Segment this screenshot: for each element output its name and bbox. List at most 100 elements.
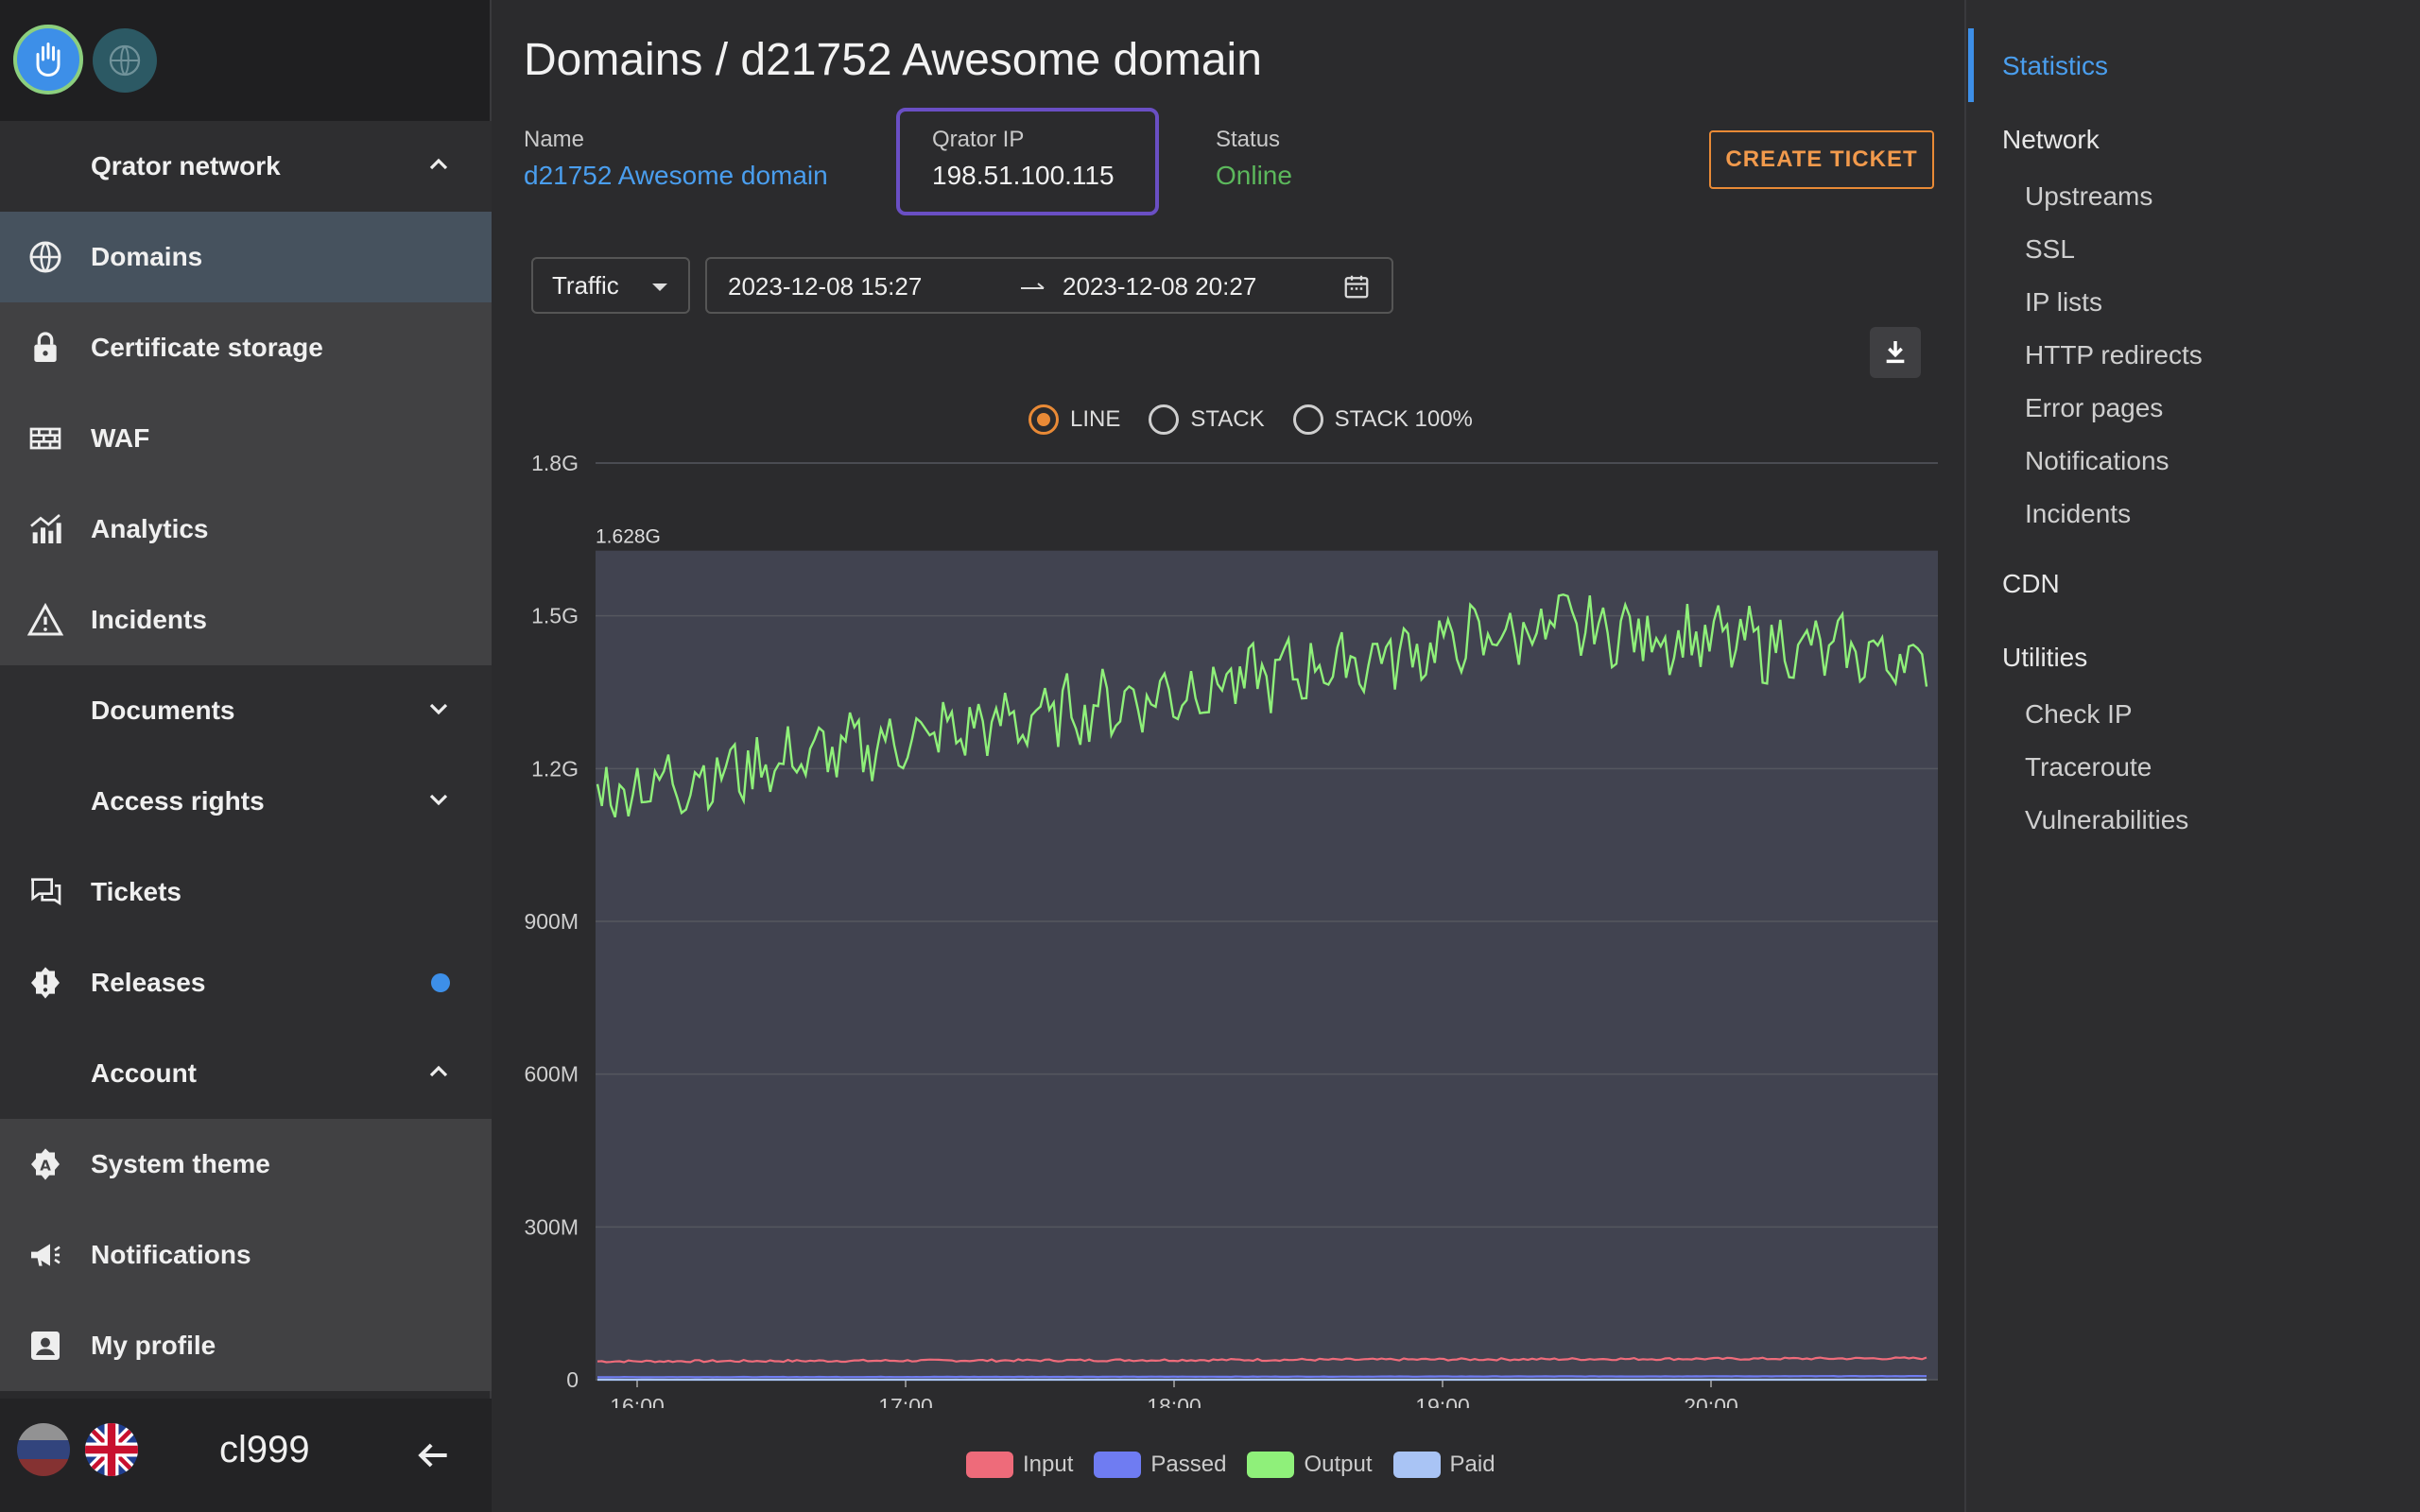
nav-notifications[interactable]: Notifications bbox=[2025, 446, 2169, 476]
date-range-picker[interactable]: 2023-12-08 15:27 2023-12-08 20:27 bbox=[705, 257, 1393, 314]
y-tick-label: 1.5G bbox=[531, 604, 579, 628]
legend-item-input[interactable]: Input bbox=[966, 1452, 1073, 1478]
date-to[interactable]: 2023-12-08 20:27 bbox=[1063, 272, 1256, 301]
calendar-icon[interactable] bbox=[1342, 272, 1371, 301]
domain-name-link[interactable]: d21752 Awesome domain bbox=[524, 161, 828, 191]
nav-ssl[interactable]: SSL bbox=[2025, 234, 2075, 265]
menu-label: Incidents bbox=[91, 605, 207, 634]
breadcrumb: Domains / d21752 Awesome domain bbox=[524, 35, 1262, 85]
qrator-ip-value: 198.51.100.115 bbox=[932, 161, 1115, 190]
brick-wall-icon bbox=[25, 418, 66, 459]
y-tick-label: 900M bbox=[524, 909, 579, 934]
menu-label: Documents bbox=[91, 696, 235, 725]
x-tick-label: 20:00 bbox=[1684, 1394, 1738, 1408]
menu-label: Releases bbox=[91, 968, 206, 997]
menu-label: Domains bbox=[91, 242, 203, 271]
status-value: Online bbox=[1216, 161, 1292, 190]
legend-label: Passed bbox=[1150, 1452, 1227, 1477]
traffic-chart: 1.8G 1.5G 1.2G 900M 600M 300M 0 1.628G 16:00 17:0… bbox=[524, 451, 1938, 1408]
name-label: Name bbox=[524, 127, 585, 152]
metric-select-value: Traffic bbox=[552, 270, 619, 300]
menu-group-account[interactable]: Account bbox=[0, 1028, 492, 1119]
legend-swatch bbox=[1247, 1452, 1295, 1478]
active-indicator bbox=[1968, 28, 1974, 102]
radio-checked-icon bbox=[1028, 404, 1059, 435]
nav-vulnerabilities[interactable]: Vulnerabilities bbox=[2025, 805, 2188, 835]
mode-line-radio[interactable]: LINE bbox=[1028, 404, 1120, 435]
nav-incidents[interactable]: Incidents bbox=[2025, 499, 2131, 529]
nav-check-ip[interactable]: Check IP bbox=[2025, 699, 2133, 730]
caret-down-icon bbox=[652, 284, 667, 291]
nav-error-pages[interactable]: Error pages bbox=[2025, 393, 2163, 423]
profile-icon bbox=[25, 1325, 66, 1366]
nav-ip-lists[interactable]: IP lists bbox=[2025, 287, 2102, 318]
menu-item-domains[interactable]: Domains bbox=[0, 212, 492, 302]
menu-item-waf[interactable]: WAF bbox=[0, 393, 492, 484]
date-from[interactable]: 2023-12-08 15:27 bbox=[728, 272, 922, 301]
nav-utilities[interactable]: Utilities bbox=[2002, 643, 2087, 673]
legend-item-paid[interactable]: Paid bbox=[1392, 1452, 1495, 1478]
megaphone-icon bbox=[25, 1234, 66, 1276]
russian-flag-icon[interactable] bbox=[17, 1423, 70, 1476]
nav-cdn[interactable]: CDN bbox=[2002, 569, 2060, 599]
menu-item-system-theme[interactable]: A System theme bbox=[0, 1119, 492, 1210]
menu-group-access-rights[interactable]: Access rights bbox=[0, 756, 492, 847]
chart-legend: Input Passed Output Paid bbox=[966, 1452, 1516, 1478]
chevron-up-icon bbox=[429, 158, 448, 170]
menu-label: Analytics bbox=[91, 514, 209, 543]
menu-label: Certificate storage bbox=[91, 333, 323, 362]
menu-item-notifications[interactable]: Notifications bbox=[0, 1210, 492, 1300]
uk-flag-icon[interactable] bbox=[85, 1423, 138, 1476]
menu-item-analytics[interactable]: Analytics bbox=[0, 484, 492, 575]
legend-label: Input bbox=[1023, 1452, 1074, 1477]
download-button[interactable] bbox=[1870, 327, 1921, 378]
menu-item-incidents[interactable]: Incidents bbox=[0, 575, 492, 665]
menu-label: Qrator network bbox=[91, 151, 281, 180]
sidebar-header bbox=[0, 0, 490, 121]
menu-group-qrator-network[interactable]: Qrator network bbox=[0, 121, 492, 212]
warning-icon bbox=[25, 599, 66, 641]
nav-statistics[interactable]: Statistics bbox=[2002, 51, 2108, 81]
chevron-down-icon bbox=[429, 794, 448, 806]
nav-traceroute[interactable]: Traceroute bbox=[2025, 752, 2152, 782]
y-tick-label: 1.8G bbox=[531, 451, 579, 475]
menu-label: Access rights bbox=[91, 786, 265, 816]
mode-label: STACK bbox=[1190, 406, 1265, 432]
menu-item-certificate-storage[interactable]: Certificate storage bbox=[0, 302, 492, 393]
y-tick-label: 0 bbox=[566, 1367, 579, 1392]
x-tick-label: 19:00 bbox=[1415, 1394, 1470, 1408]
x-tick-label: 17:00 bbox=[878, 1394, 933, 1408]
metric-select[interactable]: Traffic bbox=[531, 257, 690, 314]
chevron-up-icon bbox=[429, 1065, 448, 1077]
radio-unchecked-icon bbox=[1149, 404, 1180, 435]
menu-label: Account bbox=[91, 1058, 197, 1088]
mode-stack100-radio[interactable]: STACK 100% bbox=[1292, 404, 1473, 435]
status-label: Status bbox=[1216, 127, 1281, 152]
chevron-down-icon bbox=[429, 703, 448, 715]
nav-http-redirects[interactable]: HTTP redirects bbox=[2025, 340, 2203, 370]
theme-icon: A bbox=[25, 1143, 66, 1185]
nav-upstreams[interactable]: Upstreams bbox=[2025, 181, 2152, 212]
legend-swatch bbox=[1392, 1452, 1441, 1478]
menu-item-my-profile[interactable]: My profile bbox=[0, 1300, 492, 1391]
create-ticket-button[interactable]: CREATE TICKET bbox=[1709, 130, 1934, 189]
menu-label: My profile bbox=[91, 1331, 216, 1360]
globe-logo-icon[interactable] bbox=[93, 28, 157, 93]
legend-item-output[interactable]: Output bbox=[1247, 1452, 1373, 1478]
arrow-left-icon[interactable] bbox=[412, 1435, 454, 1476]
max-annotation: 1.628G bbox=[596, 526, 661, 548]
menu-item-tickets[interactable]: Tickets bbox=[0, 847, 492, 937]
menu-group-documents[interactable]: Documents bbox=[0, 665, 492, 756]
legend-item-passed[interactable]: Passed bbox=[1094, 1452, 1226, 1478]
releases-new-dot bbox=[431, 973, 450, 992]
menu-label: WAF bbox=[91, 423, 150, 453]
legend-swatch bbox=[1094, 1452, 1142, 1478]
y-tick-label: 300M bbox=[524, 1214, 579, 1239]
y-tick-label: 600M bbox=[524, 1062, 579, 1087]
menu-label: System theme bbox=[91, 1149, 270, 1178]
mode-stack-radio[interactable]: STACK bbox=[1149, 404, 1265, 435]
arrow-right-icon bbox=[1021, 283, 1045, 289]
nav-network[interactable]: Network bbox=[2002, 125, 2100, 155]
hand-logo-icon[interactable] bbox=[13, 25, 83, 94]
menu-item-releases[interactable]: Releases bbox=[0, 937, 492, 1028]
